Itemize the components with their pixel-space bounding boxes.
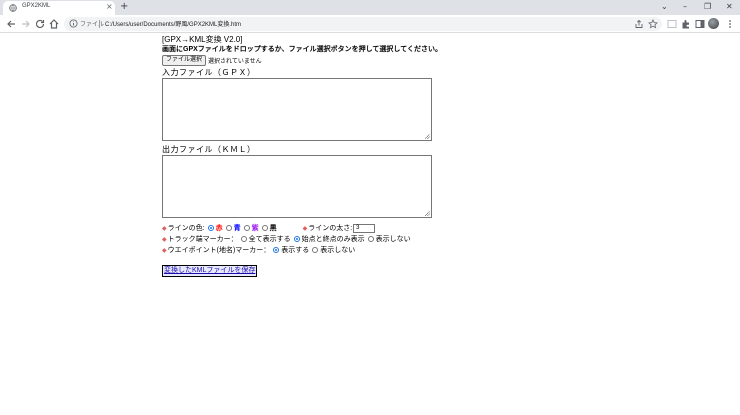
color-blue-label[interactable]: 青	[234, 223, 241, 233]
color-purple-label[interactable]: 紫	[252, 223, 259, 233]
tab-strip: GPX2KML × + ⌄ – ❐ ✕	[0, 0, 740, 15]
info-icon[interactable]	[69, 19, 78, 28]
choose-file-button[interactable]: ファイル選択	[162, 55, 207, 66]
diamond-bullet-icon: ◆	[162, 236, 167, 243]
color-black-label[interactable]: 黒	[270, 223, 277, 233]
browser-tab[interactable]: GPX2KML ×	[3, 1, 115, 15]
scheme-label: ファイル	[80, 22, 105, 28]
output-file-label: 出力ファイル（ＫＭＬ）	[162, 145, 256, 154]
tab-search-icon[interactable]: ⌄	[661, 1, 668, 13]
kml-output-textarea[interactable]	[162, 155, 432, 218]
color-black-radio[interactable]	[261, 225, 268, 231]
minimize-icon[interactable]: –	[683, 1, 687, 13]
resize-handle-icon[interactable]	[425, 134, 430, 139]
color-red-label[interactable]: 赤	[216, 223, 223, 233]
waypoint-marker-label: ウエイポイント(地名)マーカー：	[167, 247, 271, 254]
close-tab-icon[interactable]: ×	[106, 2, 113, 12]
reload-icon[interactable]	[34, 18, 46, 30]
back-icon[interactable]	[5, 18, 17, 30]
track-marker-label: トラック端マーカー：	[167, 236, 238, 243]
track-show-all-radio[interactable]	[240, 236, 247, 242]
waypoint-show-label[interactable]: 表示する	[281, 245, 309, 255]
file-status-text: 選択されていません	[208, 59, 262, 65]
line-width-input[interactable]: 3	[353, 223, 376, 233]
resize-handle-icon[interactable]	[425, 211, 430, 216]
diamond-bullet-icon: ◆	[302, 225, 308, 232]
omnibox-divider	[99, 20, 100, 28]
diamond-bullet-icon: ◆	[162, 247, 167, 254]
waypoint-marker-row: ◆ ウエイポイント(地名)マーカー： 表示する 表示しない	[162, 245, 355, 255]
track-show-all-label[interactable]: 全て表示する	[249, 234, 291, 244]
input-file-label: 入力ファイル（ＧＰＸ）	[162, 68, 256, 77]
color-purple-radio[interactable]	[243, 225, 250, 231]
track-ends-only-radio[interactable]	[293, 236, 300, 242]
globe-icon	[9, 4, 17, 12]
browser-toolbar: ファイル C:/Users/user/Documents/野風/GPX2KML変…	[0, 15, 740, 33]
url-text[interactable]: C:/Users/user/Documents/野風/GPX2KML変換.htm	[105, 19, 241, 28]
line-color-label: ラインの色:	[167, 225, 205, 232]
home-icon[interactable]	[48, 18, 60, 30]
restore-icon[interactable]: ❐	[704, 1, 711, 13]
track-ends-only-label[interactable]: 始点と終点のみ表示	[302, 234, 365, 244]
reading-list-icon[interactable]	[666, 18, 678, 30]
waypoint-hide-label[interactable]: 表示しない	[320, 245, 355, 255]
track-hide-label[interactable]: 表示しない	[376, 234, 411, 244]
share-icon[interactable]	[634, 19, 644, 29]
bookmark-star-icon[interactable]	[648, 19, 658, 29]
side-panel-icon[interactable]	[694, 18, 706, 30]
gpx-input-textarea[interactable]	[162, 78, 432, 141]
line-color-row: ◆ ラインの色: 赤 青 紫 黒 ◆ ラインの太さ: 3	[162, 223, 376, 233]
color-red-radio[interactable]	[207, 225, 214, 231]
close-window-icon[interactable]: ✕	[726, 1, 733, 13]
track-hide-radio[interactable]	[367, 236, 374, 242]
color-blue-radio[interactable]	[225, 225, 232, 231]
save-kml-button[interactable]: 変換したKMLファイルを保存	[162, 265, 258, 277]
track-marker-row: ◆ トラック端マーカー： 全て表示する 始点と終点のみ表示 表示しない	[162, 234, 411, 244]
waypoint-hide-radio[interactable]	[312, 247, 319, 253]
line-width-label: ラインの太さ:	[308, 225, 353, 232]
extensions-icon[interactable]	[680, 18, 692, 30]
address-bar[interactable]: ファイル C:/Users/user/Documents/野風/GPX2KML変…	[64, 17, 662, 31]
menu-kebab-icon[interactable]	[724, 18, 736, 30]
waypoint-show-radio[interactable]	[273, 247, 280, 253]
diamond-bullet-icon: ◆	[162, 225, 167, 232]
tab-title: GPX2KML	[22, 3, 51, 9]
forward-icon[interactable]	[20, 18, 32, 30]
new-tab-button[interactable]: +	[120, 1, 128, 13]
page-viewport: [GPX→KML変換 V2.0] 画面にGPXファイルをドロップするか、ファイル…	[0, 34, 740, 415]
instruction-text: 画面にGPXファイルをドロップするか、ファイル選択ボタンを押して選択してください…	[162, 46, 443, 53]
profile-avatar[interactable]	[708, 18, 719, 29]
